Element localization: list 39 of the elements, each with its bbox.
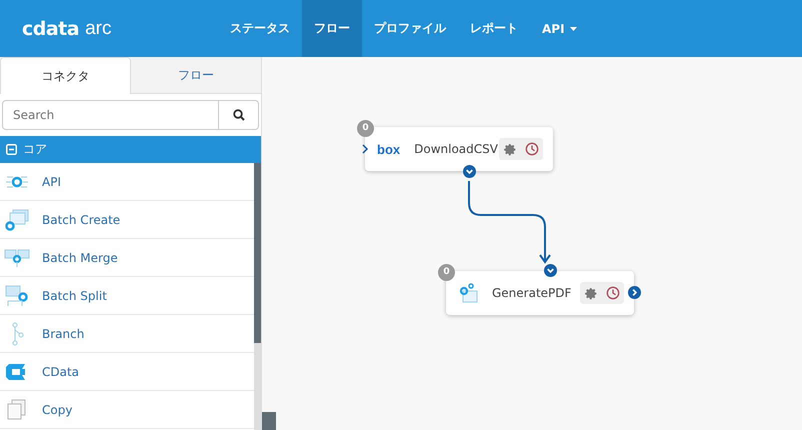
nav-tab[interactable]: フロー <box>302 0 362 57</box>
node-name: DownloadCSV <box>414 142 499 156</box>
clock-icon <box>525 142 539 156</box>
clock-icon <box>606 286 620 300</box>
box-logo: box <box>377 142 400 156</box>
gear-document-icon <box>458 283 478 303</box>
nav-tab[interactable]: レポート <box>458 0 530 57</box>
gear-icon <box>584 286 598 300</box>
logo: cdata <box>22 18 80 40</box>
output-port-icon[interactable] <box>463 165 476 178</box>
nav-tab[interactable]: プロファイル <box>362 0 458 57</box>
group-header[interactable]: コア <box>0 136 261 163</box>
output-port-icon[interactable] <box>628 286 641 299</box>
connector-item[interactable]: CData <box>0 353 254 391</box>
merge-windows-icon <box>4 248 30 268</box>
nav-tab[interactable]: API <box>530 0 589 57</box>
product-name: arc <box>85 18 112 40</box>
input-port-icon[interactable] <box>360 143 370 155</box>
count-badge: 0 <box>438 264 455 281</box>
sidebar-tab[interactable]: コネクタ <box>0 57 130 94</box>
count-badge: 0 <box>357 120 374 137</box>
search-icon <box>232 109 244 121</box>
collapse-handle[interactable] <box>262 412 276 430</box>
connector-item[interactable]: Copy <box>0 391 254 429</box>
connector-item[interactable]: Batch Merge <box>0 239 254 277</box>
collapse-icon <box>6 144 17 155</box>
connector-item[interactable]: API <box>0 163 254 201</box>
split-windows-icon <box>4 284 30 308</box>
input-port-icon[interactable] <box>544 264 557 277</box>
node-name: GeneratePDF <box>492 286 572 300</box>
group-label: コア <box>23 141 47 158</box>
search-field[interactable]: Search <box>2 100 219 130</box>
nav-tab[interactable]: ステータス <box>218 0 302 57</box>
stacked-windows-icon <box>5 208 29 230</box>
connector-item[interactable]: Batch Split <box>0 277 254 315</box>
gear-icon <box>504 142 516 156</box>
scrollbar-thumb[interactable] <box>254 163 261 343</box>
search-button[interactable] <box>219 100 259 130</box>
connector-item[interactable]: Batch Create <box>0 201 254 239</box>
